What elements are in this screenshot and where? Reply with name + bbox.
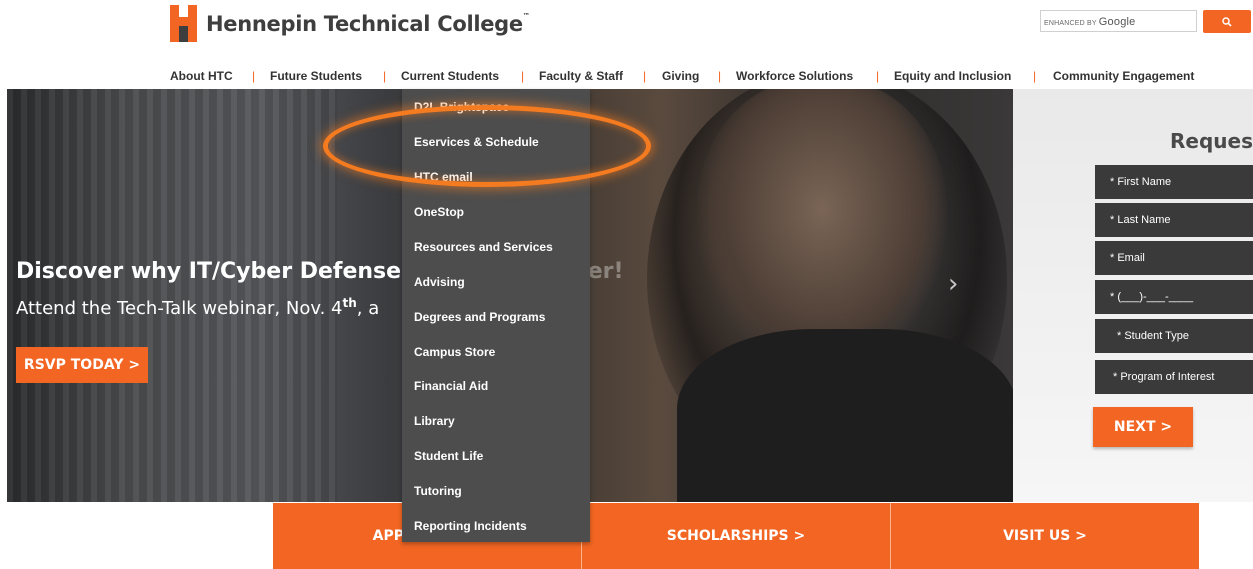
chevron-right-icon[interactable]: › — [948, 269, 958, 299]
site-logo[interactable]: Hennepin Technical College™ — [170, 5, 530, 42]
site-header: Hennepin Technical College™ ENHANCED BY … — [0, 0, 1253, 58]
dropdown-item-resources-services[interactable]: Resources and Services — [414, 240, 553, 254]
logo-text: Hennepin Technical College™ — [206, 11, 530, 36]
next-button[interactable]: NEXT > — [1093, 407, 1193, 447]
visit-us-button[interactable]: VISIT US > — [891, 503, 1199, 569]
rsvp-button[interactable]: RSVP TODAY > — [16, 347, 148, 383]
nav-item-equity-inclusion[interactable]: Equity and Inclusion — [894, 69, 1011, 83]
dropdown-item-library[interactable]: Library — [414, 414, 455, 428]
first-name-field[interactable]: * First Name — [1095, 165, 1253, 199]
student-type-select[interactable]: * Student Type — [1095, 319, 1253, 353]
search-icon — [1222, 16, 1232, 27]
dropdown-item-tutoring[interactable]: Tutoring — [414, 484, 462, 498]
dropdown-item-onestop[interactable]: OneStop — [414, 205, 464, 219]
nav-separator: | — [521, 69, 525, 83]
dropdown-item-campus-store[interactable]: Campus Store — [414, 345, 495, 359]
scholarships-button[interactable]: SCHOLARSHIPS > — [582, 503, 890, 569]
last-name-field[interactable]: * Last Name — [1095, 203, 1253, 237]
nav-item-about-htc[interactable]: About HTC — [170, 69, 233, 83]
dropdown-item-financial-aid[interactable]: Financial Aid — [414, 379, 488, 393]
request-info-form: Request * First Name * Last Name * Email… — [1013, 89, 1253, 502]
form-title: Request — [1170, 129, 1253, 153]
dropdown-item-student-life[interactable]: Student Life — [414, 449, 483, 463]
nav-item-faculty-staff[interactable]: Faculty & Staff — [539, 69, 623, 83]
highlight-ellipse — [323, 105, 651, 187]
dropdown-item-reporting-incidents[interactable]: Reporting Incidents — [414, 519, 527, 533]
logo-mark-icon — [170, 5, 197, 42]
hero-photo-face — [697, 89, 947, 369]
hero-photo-body — [677, 329, 1013, 502]
nav-item-current-students[interactable]: Current Students — [401, 69, 499, 83]
hero-subtitle: Attend the Tech-Talk webinar, Nov. 4th, … — [16, 296, 380, 319]
program-interest-select[interactable]: * Program of Interest — [1095, 360, 1253, 394]
nav-separator: | — [876, 69, 880, 83]
nav-separator: | — [1033, 69, 1037, 83]
main-nav: About HTC | Future Students | Current St… — [0, 66, 1253, 88]
phone-field[interactable]: * (___)-___-____ — [1095, 280, 1253, 314]
nav-item-community-engagement[interactable]: Community Engagement — [1053, 69, 1194, 83]
search-placeholder: ENHANCED BY Google — [1044, 16, 1136, 28]
nav-separator: | — [643, 69, 647, 83]
nav-separator: | — [718, 69, 722, 83]
dropdown-item-advising[interactable]: Advising — [414, 275, 465, 289]
email-field[interactable]: * Email — [1095, 241, 1253, 275]
nav-item-future-students[interactable]: Future Students — [270, 69, 362, 83]
nav-separator: | — [252, 69, 256, 83]
search-input[interactable]: ENHANCED BY Google — [1040, 10, 1197, 32]
dropdown-item-degrees-programs[interactable]: Degrees and Programs — [414, 310, 545, 324]
nav-item-giving[interactable]: Giving — [662, 69, 699, 83]
search-button[interactable] — [1203, 10, 1251, 33]
nav-separator: | — [383, 69, 387, 83]
nav-item-workforce-solutions[interactable]: Workforce Solutions — [736, 69, 853, 83]
